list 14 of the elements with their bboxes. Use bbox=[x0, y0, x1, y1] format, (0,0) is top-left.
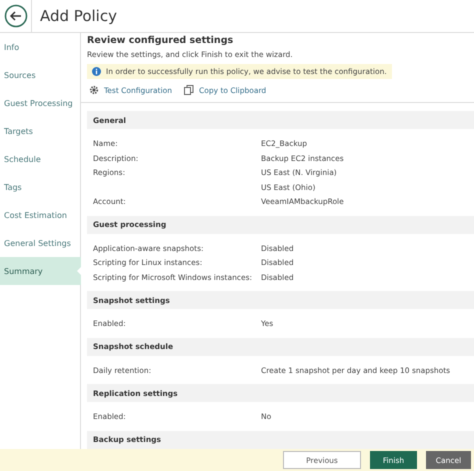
page-title: Add Policy bbox=[40, 7, 117, 25]
sidebar-item[interactable]: Summary bbox=[0, 257, 81, 285]
sidebar-item[interactable]: Tags bbox=[0, 173, 80, 201]
sidebar-item[interactable]: General Settings bbox=[0, 229, 80, 257]
info-icon bbox=[92, 67, 101, 76]
sidebar-item[interactable]: Cost Estimation bbox=[0, 201, 80, 229]
sidebar-item[interactable]: Sources bbox=[0, 61, 80, 89]
sidebar-item[interactable]: Schedule bbox=[0, 145, 80, 173]
gear-icon bbox=[89, 85, 99, 95]
section-heading: Review configured settings bbox=[87, 34, 234, 48]
sidebar-item[interactable]: Info bbox=[0, 33, 80, 61]
sidebar-item[interactable]: Guest Processing bbox=[0, 89, 80, 117]
sidebar-item[interactable]: Targets bbox=[0, 117, 80, 145]
copy-icon bbox=[184, 85, 194, 95]
